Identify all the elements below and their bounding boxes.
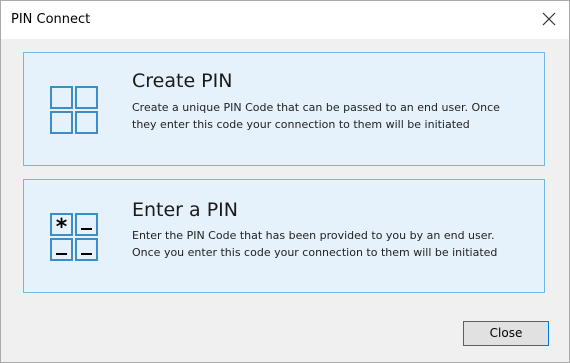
- create-pin-description: Create a unique PIN Code that can be pas…: [132, 99, 532, 133]
- create-pin-description-line-2: they enter this code your connection to …: [132, 118, 470, 131]
- pin-entry-icon-symbol: *: [56, 215, 68, 240]
- enter-pin-description-line-2: Once you enter this code your connection…: [132, 246, 498, 259]
- window-title: PIN Connect: [11, 12, 91, 27]
- create-pin-option[interactable]: Create PIN Create a unique PIN Code that…: [23, 52, 545, 166]
- close-button[interactable]: Close: [463, 321, 549, 346]
- pin-connect-dialog: PIN Connect Create PIN Create a unique P…: [0, 0, 570, 363]
- pin-entry-icon: *: [50, 213, 98, 261]
- create-pin-title: Create PIN: [132, 70, 233, 92]
- grid-icon: [50, 86, 98, 134]
- enter-pin-title: Enter a PIN: [132, 199, 238, 221]
- enter-pin-description-line-1: Enter the PIN Code that has been provide…: [132, 229, 495, 242]
- enter-pin-option[interactable]: * Enter a PIN Enter the PIN Code that ha…: [23, 179, 545, 293]
- close-icon[interactable]: [539, 9, 559, 29]
- title-bar: PIN Connect: [1, 1, 569, 39]
- create-pin-description-line-1: Create a unique PIN Code that can be pas…: [132, 101, 500, 114]
- enter-pin-description: Enter the PIN Code that has been provide…: [132, 227, 532, 261]
